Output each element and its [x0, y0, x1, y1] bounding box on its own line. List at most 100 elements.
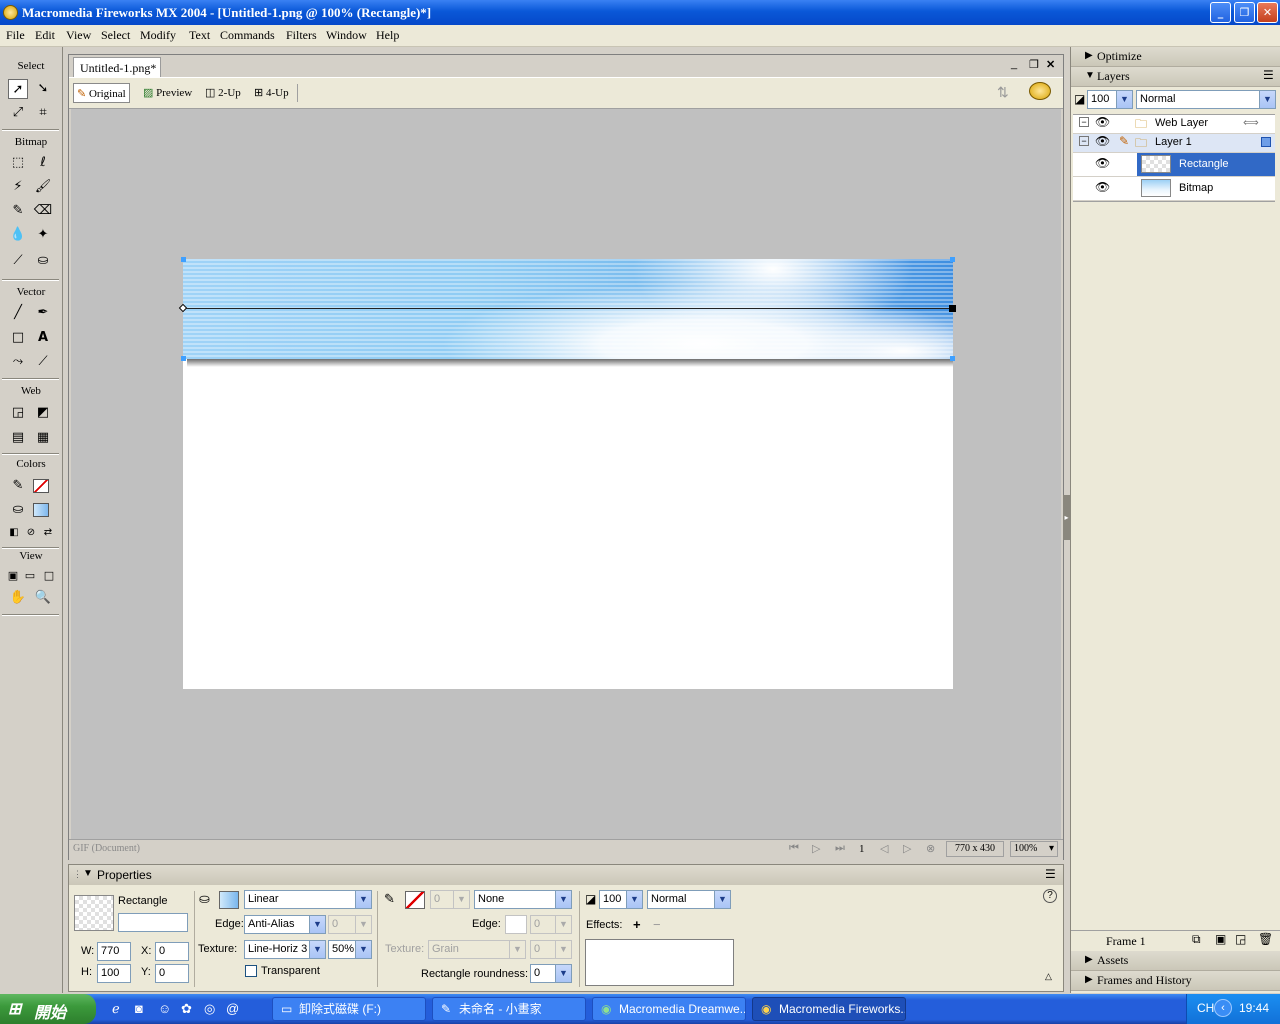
menu-commands[interactable]: Commands [220, 28, 275, 43]
blend-mode-select[interactable]: Normal ▼ [647, 890, 731, 909]
restore-button[interactable]: ❐ [1234, 2, 1255, 23]
menu-view[interactable]: View [66, 28, 91, 43]
collapse-panel-icon[interactable]: △ [1045, 971, 1052, 982]
object-name-field[interactable] [118, 913, 188, 932]
height-field[interactable]: 100 [97, 964, 131, 983]
marquee-tool-icon[interactable]: ⬚ [8, 153, 28, 173]
eraser-tool-icon[interactable]: ⌫ [33, 201, 53, 221]
y-field[interactable]: 0 [155, 964, 189, 983]
blur-tool-icon[interactable]: 💧 [8, 225, 28, 245]
fill-texture-amount[interactable]: 50% ▼ [328, 940, 372, 959]
freeform-tool-icon[interactable]: ⤳ [8, 352, 28, 372]
zoom-level[interactable]: 100% ▾ [1010, 841, 1058, 857]
stroke-color-swatch[interactable] [405, 891, 425, 909]
layer-blend-select[interactable]: Normal ▼ [1136, 90, 1276, 109]
fill-type-select[interactable]: Linear ▼ [244, 890, 372, 909]
x-field[interactable]: 0 [155, 942, 189, 961]
roundness-field[interactable]: 0 ▼ [530, 964, 572, 983]
play-button[interactable]: ▷ [812, 842, 820, 855]
doc-restore-button[interactable]: ❐ [1029, 58, 1039, 71]
stroke-type-select[interactable]: None ▼ [474, 890, 572, 909]
menu-text[interactable]: Text [189, 28, 210, 43]
web-layer-lock-icon[interactable]: ⟺ [1243, 116, 1259, 129]
magic-wand-icon[interactable]: ⚡ [8, 177, 28, 197]
menu-file[interactable]: File [6, 28, 25, 43]
show-hidden-icons-button[interactable]: ‹ [1214, 999, 1232, 1017]
minimize-button[interactable]: _ [1210, 2, 1231, 23]
scale-tool-icon[interactable]: ⤢ [8, 103, 28, 123]
add-mask-icon[interactable]: ◲ [1235, 932, 1246, 946]
line-tool-icon[interactable]: ╱ [8, 303, 28, 323]
selection-handle-br[interactable] [950, 356, 955, 361]
first-frame-button[interactable]: ⏮ [789, 842, 799, 855]
menu-edit[interactable]: Edit [35, 28, 55, 43]
menu-window[interactable]: Window [326, 28, 367, 43]
width-field[interactable]: 770 [97, 942, 131, 961]
help-icon[interactable]: ? [1043, 889, 1057, 903]
subselection-tool-icon[interactable]: ➘ [33, 79, 53, 99]
frames-history-panel-header[interactable]: ▶ Frames and History [1071, 971, 1280, 991]
crop-tool-icon[interactable]: ⌗ [33, 103, 53, 123]
layer-row-layer1[interactable]: − 👁 ✎ 🗀 Layer 1 [1073, 134, 1275, 153]
text-tool-icon[interactable]: A [33, 328, 53, 348]
menu-select[interactable]: Select [101, 28, 130, 43]
eyedropper-tool-icon[interactable]: ⟋ [8, 251, 28, 271]
layer-opacity-field[interactable]: 100 ▼ [1087, 90, 1133, 109]
doc-close-button[interactable]: ✕ [1046, 58, 1055, 71]
layer-row-web[interactable]: − 👁 🗀 Web Layer ⟺ [1073, 115, 1275, 134]
prev-frame-button[interactable]: ◁ [880, 842, 888, 855]
next-frame-button[interactable]: ▷ [903, 842, 911, 855]
pencil-tool-icon[interactable]: ✎ [8, 201, 28, 221]
fullscreen-menus-icon[interactable]: ▭ [20, 566, 40, 586]
lasso-tool-icon[interactable]: ℓ [33, 153, 53, 173]
optimize-panel-header[interactable]: ▶ Optimize [1071, 47, 1280, 67]
transparent-checkbox[interactable] [245, 965, 257, 977]
doc-minimize-button[interactable]: _ [1011, 58, 1017, 70]
quicklaunch-icon-5[interactable]: ◎ [204, 1001, 215, 1017]
eye-icon[interactable]: 👁 [1095, 180, 1110, 194]
menu-help[interactable]: Help [376, 28, 399, 43]
knife-tool-icon[interactable]: ⟋ [33, 352, 53, 372]
new-sublayer-icon[interactable]: ⧉ [1192, 932, 1201, 947]
eye-icon[interactable]: 👁 [1095, 115, 1110, 129]
quicklaunch-icon-3[interactable]: ☺ [158, 1001, 171, 1016]
quicklaunch-icon-6[interactable]: @ [226, 1001, 239, 1016]
swap-colors-icon[interactable]: ⇄ [38, 523, 58, 543]
gradient-handle-line[interactable] [183, 308, 953, 309]
tab-2up[interactable]: ◫ 2-Up [205, 83, 241, 103]
new-layer-icon[interactable]: ▣ [1215, 932, 1226, 946]
hotspot-tool-icon[interactable]: ◲ [8, 403, 28, 423]
selection-handle-tr[interactable] [950, 257, 955, 262]
quick-export-icon[interactable] [1029, 82, 1051, 100]
close-button[interactable]: ✕ [1257, 2, 1278, 23]
tab-original[interactable]: ✎ Original [73, 83, 130, 103]
tab-preview[interactable]: ▨ Preview [143, 83, 192, 103]
document-canvas[interactable] [178, 257, 956, 689]
start-button[interactable]: ⊞ 開始 [0, 994, 96, 1024]
document-tab[interactable]: Untitled-1.png* [73, 57, 161, 77]
stop-button[interactable]: ⊗ [926, 842, 935, 855]
fill-color-swatch[interactable] [31, 500, 51, 520]
options-menu-icon[interactable]: ☰ [1045, 867, 1056, 881]
frame-label[interactable]: Frame 1 [1106, 934, 1146, 949]
rubber-stamp-icon[interactable]: ✦ [33, 225, 53, 245]
selection-handle-bl[interactable] [181, 356, 186, 361]
taskbar-item-drive[interactable]: ▭ 卸除式磁碟 (F:) [272, 997, 426, 1021]
brush-tool-icon[interactable]: 🖌 [33, 177, 53, 197]
layers-panel-header[interactable]: ▼ Layers ☰ [1071, 67, 1280, 87]
rectangle-tool-icon[interactable]: □ [8, 328, 28, 348]
fill-color-swatch[interactable] [219, 891, 239, 909]
collapse-box-icon[interactable]: − [1079, 136, 1089, 146]
opacity-field[interactable]: 100 ▼ [599, 890, 643, 909]
last-frame-button[interactable]: ⏭ [835, 842, 845, 855]
tab-4up[interactable]: ⊞ 4-Up [254, 83, 289, 103]
edit-pencil-icon[interactable]: ✎ [1119, 134, 1129, 148]
effects-list[interactable] [585, 939, 734, 986]
ie-quicklaunch-icon[interactable]: ℯ [112, 1001, 120, 1017]
taskbar-item-fireworks[interactable]: ◉ Macromedia Fireworks... [752, 997, 906, 1021]
selection-handle-tl[interactable] [181, 257, 186, 262]
show-slices-icon[interactable]: ▦ [33, 428, 53, 448]
eye-icon[interactable]: 👁 [1095, 134, 1110, 148]
remove-effect-icon[interactable]: − [653, 917, 661, 932]
eye-icon[interactable]: 👁 [1095, 156, 1110, 170]
